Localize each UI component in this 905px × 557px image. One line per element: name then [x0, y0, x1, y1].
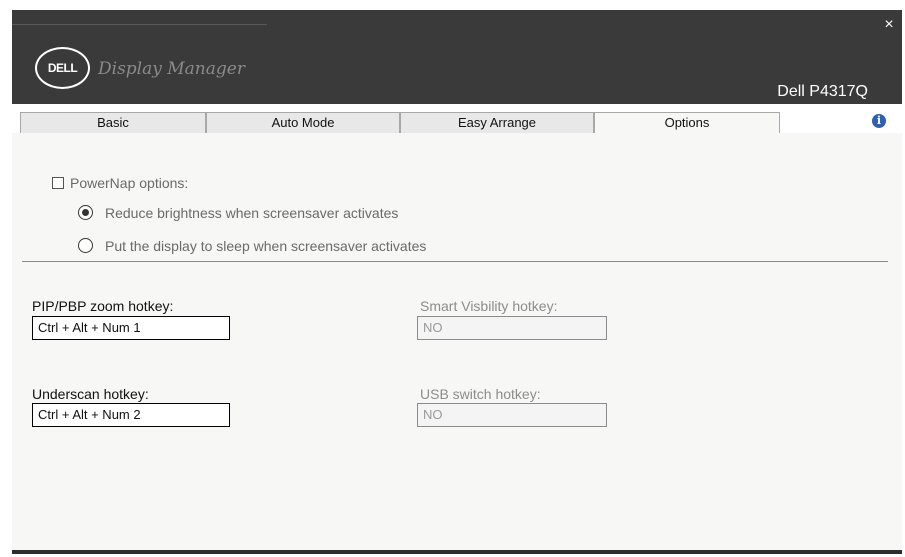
display-manager-window: DELL Display Manager Dell P4317Q × Basic…	[12, 10, 902, 554]
dell-logo-text: DELL	[47, 61, 78, 75]
app-title: Display Manager	[98, 59, 245, 79]
reduce-brightness-label: Reduce brightness when screensaver activ…	[105, 205, 399, 221]
powernap-label: PowerNap options:	[70, 175, 189, 191]
usb-switch-hotkey-label: USB switch hotkey:	[420, 386, 541, 402]
pip-hotkey-field[interactable]: Ctrl + Alt + Num 1	[32, 316, 230, 340]
options-panel: PowerNap options: Reduce brightness when…	[12, 133, 902, 550]
sleep-display-radio[interactable]	[78, 238, 93, 253]
dell-logo: DELL	[35, 47, 90, 89]
info-icon[interactable]: i	[872, 114, 886, 128]
underscan-hotkey-label: Underscan hotkey:	[32, 386, 149, 402]
pip-hotkey-label: PIP/PBP zoom hotkey:	[32, 298, 174, 314]
monitor-name: Dell P4317Q	[777, 83, 868, 100]
title-bar: DELL Display Manager Dell P4317Q ×	[12, 10, 902, 104]
smart-visibility-hotkey-label: Smart Visbility hotkey:	[420, 298, 558, 314]
sleep-display-label: Put the display to sleep when screensave…	[105, 238, 427, 254]
tab-bar: Basic Auto Mode Easy Arrange Options i	[12, 104, 902, 135]
section-divider	[22, 261, 888, 262]
close-icon[interactable]: ×	[882, 17, 896, 33]
tab-options[interactable]: Options	[594, 112, 780, 135]
tab-basic[interactable]: Basic	[20, 112, 206, 134]
title-accent-line	[12, 24, 267, 25]
smart-visibility-hotkey-field: NO	[417, 316, 607, 340]
tab-easy-arrange[interactable]: Easy Arrange	[400, 112, 594, 134]
underscan-hotkey-field[interactable]: Ctrl + Alt + Num 2	[32, 403, 230, 427]
tab-auto-mode[interactable]: Auto Mode	[206, 112, 400, 134]
reduce-brightness-radio[interactable]	[78, 205, 93, 220]
powernap-checkbox[interactable]	[52, 177, 64, 189]
usb-switch-hotkey-field: NO	[417, 403, 607, 427]
